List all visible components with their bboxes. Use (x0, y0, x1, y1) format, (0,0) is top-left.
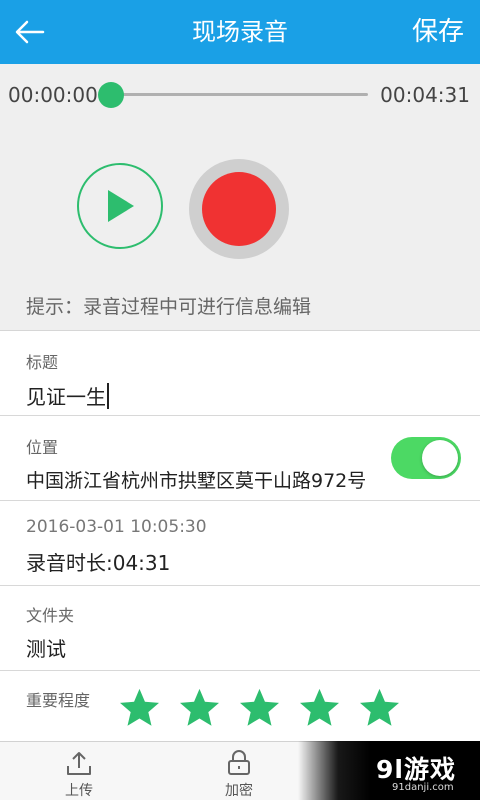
encrypt-label: 加密 (225, 783, 253, 799)
encrypt-button[interactable]: 加密 (189, 742, 289, 800)
folder-label: 文件夹 (26, 606, 75, 625)
star-icon[interactable] (237, 686, 282, 731)
recording-info: 2016-03-01 10:05:30 录音时长:04:31 (0, 501, 480, 586)
recording-timestamp: 2016-03-01 10:05:30 (26, 517, 207, 537)
recorder-panel: 00:00:00 00:04:31 提示：录音过程中可进行信息编辑 (0, 64, 480, 331)
save-button[interactable]: 保存 (412, 0, 464, 64)
location-toggle[interactable] (391, 437, 461, 479)
app-header: 现场录音 保存 (0, 0, 480, 64)
total-time: 00:04:31 (380, 83, 470, 107)
title-input[interactable]: 见证一生 (26, 381, 109, 410)
current-time: 00:00:00 (8, 83, 98, 107)
location-value: 中国浙江省杭州市拱墅区莫干山路972号 (26, 470, 367, 492)
play-button[interactable] (77, 163, 163, 249)
star-icon[interactable] (177, 686, 222, 731)
folder-field[interactable]: 文件夹 测试 (0, 586, 480, 671)
watermark-logo: 9l游戏 (376, 755, 456, 784)
record-hint: 提示：录音过程中可进行信息编辑 (26, 296, 312, 318)
toggle-knob (422, 440, 458, 476)
text-cursor (107, 382, 109, 409)
star-icon[interactable] (297, 686, 342, 731)
location-label: 位置 (26, 438, 59, 457)
upload-button[interactable]: 上传 (29, 742, 129, 800)
title-input-text: 见证一生 (26, 385, 106, 409)
back-button[interactable] (10, 12, 50, 52)
title-field: 标题 见证一生 (0, 331, 480, 416)
progress-thumb[interactable] (98, 82, 124, 108)
importance-rating (117, 686, 402, 731)
record-icon (202, 172, 276, 246)
progress-track[interactable] (110, 93, 368, 96)
folder-value: 测试 (26, 637, 66, 661)
record-button[interactable] (189, 159, 289, 259)
play-icon (108, 190, 134, 222)
title-label: 标题 (26, 353, 59, 372)
star-icon[interactable] (117, 686, 162, 731)
watermark-url: 91danji.com (392, 782, 454, 793)
importance-label: 重要程度 (26, 691, 91, 710)
page-title: 现场录音 (192, 18, 288, 46)
recording-duration: 录音时长:04:31 (26, 551, 171, 575)
upload-icon (67, 752, 91, 775)
lock-icon (228, 750, 250, 775)
star-icon[interactable] (357, 686, 402, 731)
upload-label: 上传 (65, 783, 93, 799)
back-arrow-icon (15, 20, 45, 44)
